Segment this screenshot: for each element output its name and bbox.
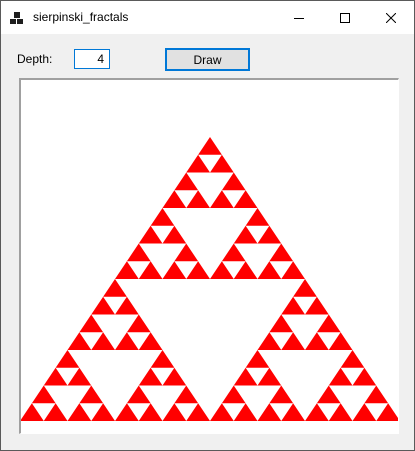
depth-label: Depth: <box>17 52 53 66</box>
fractal-triangle <box>174 385 199 404</box>
minimize-button[interactable] <box>276 1 322 34</box>
fractal-triangle <box>31 385 56 404</box>
sierpinski-fractal <box>21 137 398 421</box>
fractal-triangle <box>233 367 258 386</box>
fractal-triangle <box>221 243 246 262</box>
fractal-triangle <box>221 385 246 404</box>
fractal-triangle <box>162 367 187 386</box>
fractal-triangle <box>150 208 175 226</box>
fractal-triangle <box>233 225 258 244</box>
fractal-triangle <box>79 314 104 333</box>
fractal-triangle <box>340 350 365 368</box>
maximize-icon <box>340 12 350 23</box>
fractal-triangle <box>115 332 139 350</box>
fractal-triangle <box>328 367 353 386</box>
fractal-triangle <box>174 172 199 191</box>
fractal-triangle <box>316 314 341 333</box>
fractal-triangle <box>281 296 305 315</box>
fractal-triangle <box>103 279 127 297</box>
window-title: sierpinski_fractals <box>33 10 129 24</box>
fractal-triangle <box>162 190 187 208</box>
fractal-triangle <box>198 137 222 155</box>
fractal-triangle <box>328 332 353 350</box>
close-button[interactable] <box>368 1 414 34</box>
fractal-triangle <box>174 243 199 262</box>
fractal-triangle <box>67 367 92 386</box>
fractal-triangle <box>186 190 210 208</box>
fractal-triangle <box>245 350 270 368</box>
fractal-triangle <box>210 403 234 421</box>
fractal-triangle <box>352 367 377 386</box>
fractal-triangle <box>257 403 282 421</box>
fractal-triangle <box>210 154 234 173</box>
fractal-triangle <box>43 403 68 421</box>
fractal-triangle <box>305 403 329 421</box>
fractal-triangle <box>162 225 187 244</box>
fractal-triangle <box>67 332 92 350</box>
fractal-triangle <box>43 367 68 386</box>
fractal-triangle <box>352 403 377 421</box>
fractal-triangle <box>257 332 282 350</box>
fractal-triangle <box>257 261 282 279</box>
fractal-triangle <box>91 296 115 315</box>
fractal-triangle <box>150 350 175 368</box>
fractal-triangle <box>138 403 163 421</box>
fractal-triangle <box>115 296 139 315</box>
fractal-triangle <box>126 314 151 333</box>
fractal-triangle <box>91 332 115 350</box>
fractal-triangle <box>55 350 80 368</box>
fractal-triangle <box>67 403 92 421</box>
fractal-triangle <box>138 225 163 244</box>
fractal-triangle <box>162 403 187 421</box>
app-window: sierpinski_fractals Depth: Draw <box>0 0 415 451</box>
fractal-triangle <box>269 385 294 404</box>
fractal-triangle <box>162 261 187 279</box>
fractal-triangle <box>210 261 234 279</box>
app-icon <box>10 12 23 24</box>
fractal-triangle <box>245 208 270 226</box>
fractal-triangle <box>233 261 258 279</box>
fractal-triangle <box>138 261 163 279</box>
fractal-triangle <box>269 243 294 262</box>
fractal-triangle <box>233 190 258 208</box>
fractal-triangle <box>293 279 317 297</box>
fractal-triangle <box>115 403 139 421</box>
title-bar[interactable]: sierpinski_fractals <box>1 1 414 34</box>
fractal-triangle <box>376 403 398 421</box>
fractal-triangle <box>91 403 115 421</box>
fractal-triangle <box>126 243 151 262</box>
depth-input[interactable] <box>74 49 110 69</box>
fractal-triangle <box>186 154 210 173</box>
fractal-triangle <box>126 385 151 404</box>
close-icon <box>386 12 396 23</box>
fractal-triangle <box>364 385 389 404</box>
minimize-icon <box>294 17 304 19</box>
fractal-triangle <box>186 261 210 279</box>
fractal-triangle <box>21 403 44 421</box>
fractal-triangle <box>305 296 329 315</box>
fractal-triangle <box>138 367 163 386</box>
fractal-triangle <box>233 403 258 421</box>
fractal-triangle <box>305 332 329 350</box>
fractal-triangle <box>328 403 353 421</box>
fractal-triangle <box>221 172 246 191</box>
fractal-triangle <box>79 385 104 404</box>
fractal-triangle <box>281 332 305 350</box>
fractal-triangle <box>138 332 163 350</box>
draw-button[interactable]: Draw <box>165 48 250 71</box>
fractal-triangle <box>210 190 234 208</box>
fractal-triangle <box>257 225 282 244</box>
fractal-triangle <box>257 367 282 386</box>
fractal-triangle <box>115 261 139 279</box>
client-area: Depth: Draw <box>1 34 414 450</box>
fractal-triangle <box>269 314 294 333</box>
maximize-button[interactable] <box>322 1 368 34</box>
fractal-triangle <box>316 385 341 404</box>
drawing-canvas <box>19 78 399 434</box>
fractal-triangle <box>186 403 210 421</box>
fractal-triangle <box>281 403 305 421</box>
fractal-triangle <box>281 261 305 279</box>
